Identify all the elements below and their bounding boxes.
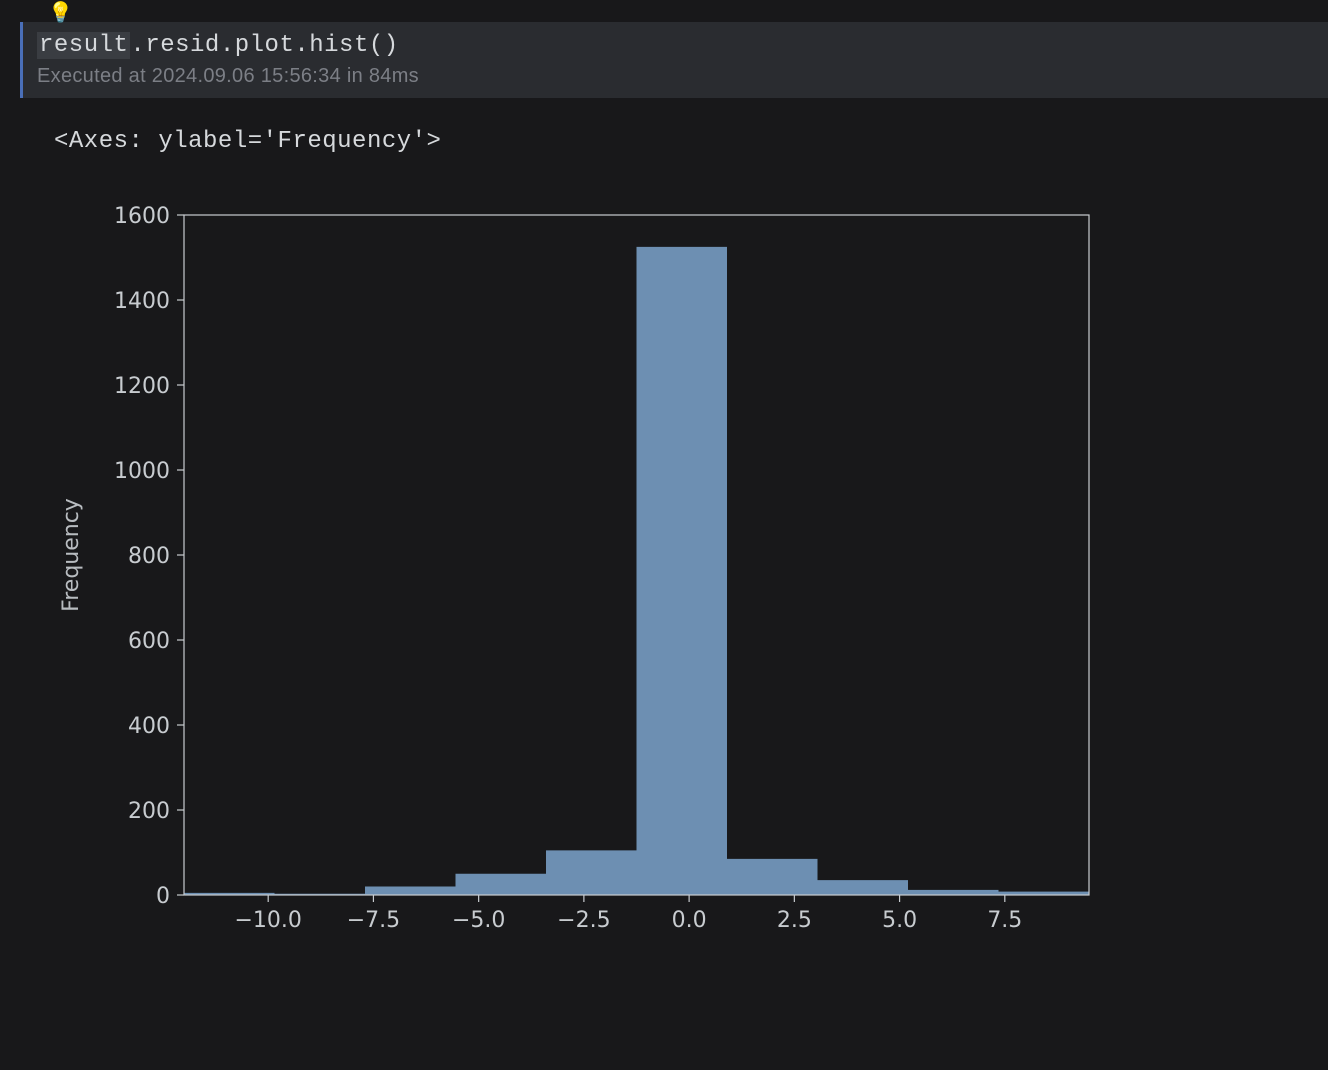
y-tick-label: 800 bbox=[128, 544, 170, 569]
histogram-bar bbox=[727, 859, 818, 895]
x-tick-label: 5.0 bbox=[882, 908, 917, 933]
output-repr: <Axes: ylabel='Frequency'> bbox=[54, 128, 1308, 155]
x-tick-label: 0.0 bbox=[672, 908, 707, 933]
code-highlighted: result bbox=[37, 32, 130, 59]
y-tick-label: 0 bbox=[156, 884, 170, 909]
y-tick-label: 1000 bbox=[114, 459, 170, 484]
x-tick-label: −5.0 bbox=[452, 908, 505, 933]
output-area: <Axes: ylabel='Frequency'> 0 200 400 600 800… bbox=[0, 98, 1328, 995]
y-axis-label: Frequency bbox=[59, 498, 84, 612]
histogram-bar bbox=[637, 247, 728, 895]
x-tick-label: 2.5 bbox=[777, 908, 812, 933]
y-tick-label: 1600 bbox=[114, 204, 170, 229]
code-rest: .resid.plot.hist() bbox=[130, 32, 398, 59]
x-tick-label: −7.5 bbox=[347, 908, 400, 933]
x-tick-label: −2.5 bbox=[557, 908, 610, 933]
x-tick-label: −10.0 bbox=[234, 908, 301, 933]
y-tick-label: 600 bbox=[128, 629, 170, 654]
code-line[interactable]: result.resid.plot.hist() bbox=[37, 32, 1314, 59]
execution-info: Executed at 2024.09.06 15:56:34 in 84ms bbox=[37, 65, 1314, 88]
histogram-bar bbox=[365, 887, 456, 896]
histogram-bar bbox=[546, 850, 637, 895]
histogram-bar bbox=[456, 874, 547, 895]
y-tick-label: 1400 bbox=[114, 289, 170, 314]
y-tick-label: 400 bbox=[128, 714, 170, 739]
histogram-bar bbox=[818, 880, 909, 895]
code-cell[interactable]: result.resid.plot.hist() Executed at 202… bbox=[20, 22, 1328, 98]
histogram-bar bbox=[908, 890, 999, 895]
chart-svg: 0 200 400 600 800 1000 1200 1400 1600 −10.0 −7.5 −5… bbox=[54, 195, 1144, 975]
y-tick-label: 1200 bbox=[114, 374, 170, 399]
y-tick-label: 200 bbox=[128, 799, 170, 824]
lightbulb-icon[interactable]: 💡 bbox=[48, 0, 73, 26]
histogram-chart: 0 200 400 600 800 1000 1200 1400 1600 −10.0 −7.5 −5… bbox=[54, 195, 1144, 975]
x-tick-label: 7.5 bbox=[987, 908, 1022, 933]
